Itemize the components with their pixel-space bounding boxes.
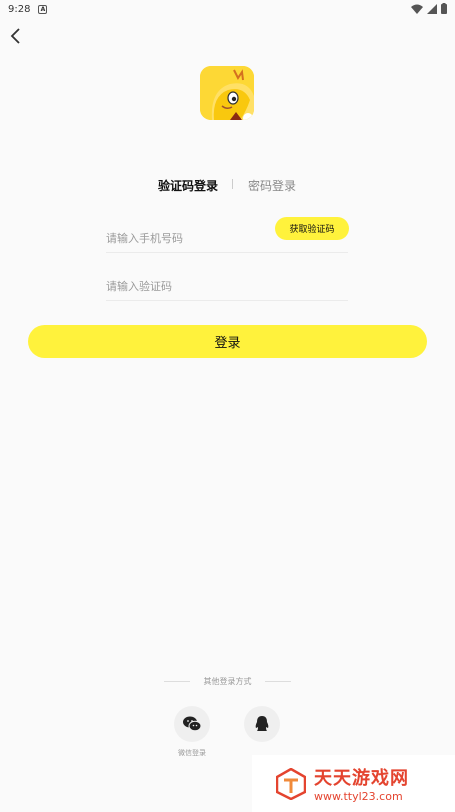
watermark-text: 天天游戏网 www.ttyl23.com — [314, 764, 409, 803]
watermark-url: www.ttyl23.com — [314, 790, 403, 803]
notification-icon: A — [38, 4, 48, 14]
tab-sms-login[interactable]: 验证码登录 — [158, 177, 218, 194]
battery-icon — [441, 3, 447, 14]
phone-input[interactable] — [106, 229, 266, 247]
signal-icon — [427, 3, 437, 14]
wechat-login-label: 微信登录 — [178, 749, 206, 757]
phone-field: 获取验证码 — [106, 217, 349, 253]
watermark: 天天游戏网 www.ttyl23.com — [252, 755, 455, 812]
status-icons — [411, 3, 447, 14]
dragon-mascot-icon — [200, 66, 254, 120]
wechat-icon — [183, 716, 201, 732]
chevron-left-icon — [10, 28, 20, 44]
wifi-icon — [411, 4, 423, 14]
divider-right — [265, 681, 291, 682]
tab-password-login[interactable]: 密码登录 — [248, 177, 296, 194]
login-tabs: 验证码登录 密码登录 — [0, 177, 455, 197]
watermark-title: 天天游戏网 — [314, 768, 409, 789]
qq-icon — [255, 716, 269, 731]
tab-divider — [232, 179, 233, 189]
other-login-title: 其他登录方式 — [203, 677, 252, 686]
login-button[interactable]: 登录 — [28, 325, 427, 358]
watermark-logo-icon — [276, 767, 306, 800]
code-field — [106, 271, 348, 301]
qq-login-button[interactable] — [244, 706, 280, 742]
status-time: 9:28 — [8, 3, 31, 15]
code-input[interactable] — [106, 277, 266, 295]
status-bar: 9:28 A — [0, 0, 455, 18]
wechat-login-button[interactable] — [174, 706, 210, 742]
get-code-button[interactable]: 获取验证码 — [275, 217, 349, 240]
other-login-section: 其他登录方式 — [0, 675, 455, 689]
app-logo — [200, 66, 254, 120]
back-button[interactable] — [6, 24, 28, 48]
